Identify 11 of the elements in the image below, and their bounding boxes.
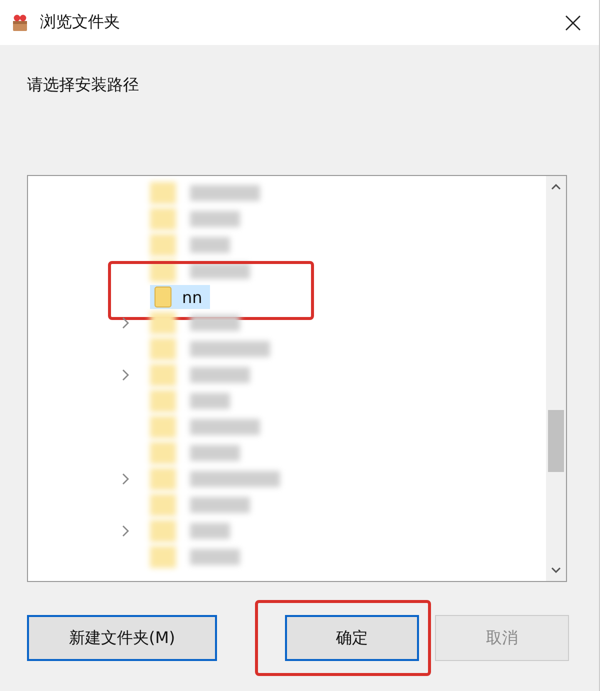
prompt-text: 请选择安装路径	[27, 75, 140, 96]
close-icon	[565, 14, 581, 30]
window-title: 浏览文件夹	[40, 12, 120, 33]
scrollbar[interactable]	[546, 176, 566, 581]
scroll-thumb[interactable]	[548, 410, 564, 472]
scroll-down-icon[interactable]	[551, 567, 561, 573]
dialog-button[interactable]: 新建文件夹(M)	[27, 615, 217, 661]
tree-item[interactable]: nn	[150, 285, 210, 309]
scroll-up-icon[interactable]	[551, 184, 561, 190]
dialog-button[interactable]: 确定	[285, 615, 419, 661]
gift-box-icon	[10, 12, 30, 32]
